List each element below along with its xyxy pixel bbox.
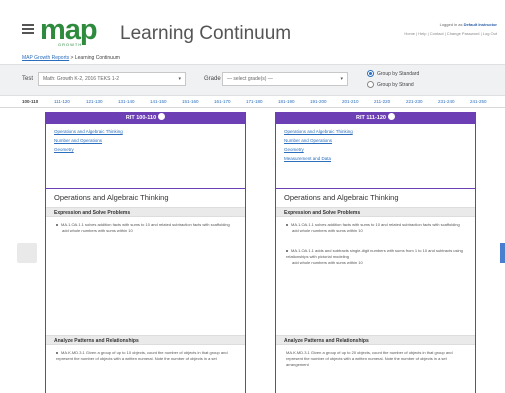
map-logo[interactable]: map [40, 15, 98, 45]
radio-selected-icon [367, 70, 374, 78]
skill-item: MA.1.OA.1.1 solves addition facts with s… [286, 222, 467, 234]
skill-list: MA.K.MD.3.1 Given a group of up to 10 ob… [46, 345, 245, 362]
rit-tab[interactable]: 221-230 [406, 99, 423, 104]
next-range-button[interactable] [500, 243, 505, 263]
radio-group-by-standard[interactable]: Group by Standard [367, 70, 419, 78]
column-header: RIT 111-120 [276, 113, 475, 124]
sub-strand-header: Analyze Patterns and Relationships [276, 335, 475, 345]
test-label: Test [22, 76, 34, 82]
strand-link[interactable]: Operations and Algebraic Thinking [54, 129, 237, 134]
rit-tab[interactable]: 161-170 [214, 99, 231, 104]
sub-strand-header: Expression and Solve Problems [276, 207, 475, 217]
rit-tab[interactable]: 171-180 [246, 99, 263, 104]
rit-tab[interactable]: 141-150 [150, 99, 167, 104]
skill-item: MA.1.OA.1.1 solves addition facts with s… [56, 222, 237, 234]
user-name[interactable]: Default Instructor [464, 22, 497, 27]
user-info: Logged in as Default Instructor [439, 22, 497, 27]
strand-link[interactable]: Measurement and Data [284, 156, 467, 161]
rit-column-2: RIT 111-120 Operations and Algebraic Thi… [275, 112, 476, 393]
app-header: map GROWTH Learning Continuum Logged in … [0, 0, 505, 52]
breadcrumb-separator: > [70, 55, 74, 61]
radio-group-by-strand[interactable]: Group by Strand [367, 81, 414, 89]
rit-tab[interactable]: 100-110 [22, 99, 38, 104]
rit-tab[interactable]: 191-200 [310, 99, 327, 104]
rit-tab[interactable]: 121-130 [86, 99, 103, 104]
strand-links: Operations and Algebraic Thinking Number… [46, 124, 245, 189]
radio-unselected-icon [367, 81, 374, 89]
info-icon[interactable] [158, 113, 166, 121]
breadcrumb-link-reports[interactable]: MAP Growth Reports [22, 55, 69, 61]
breadcrumb-current: Learning Continuum [74, 55, 120, 61]
column-header: RIT 100-110 [46, 113, 245, 124]
rit-tab[interactable]: 131-140 [118, 99, 135, 104]
skill-list: MA.1.OA.1.1 solves addition facts with s… [276, 217, 475, 335]
bullet-icon [56, 351, 58, 354]
bullet-icon [286, 223, 288, 226]
strand-link[interactable]: Number and Operations [54, 138, 237, 143]
chevron-down-icon: ▾ [340, 76, 343, 82]
filter-bar: Test Math: Growth K-2, 2016 TEKS 1-2 ▾ G… [0, 64, 505, 96]
info-icon[interactable] [387, 113, 395, 121]
strand-links: Operations and Algebraic Thinking Number… [276, 124, 475, 189]
strand-title: Operations and Algebraic Thinking [284, 193, 399, 202]
skill-list: MA.K.MD.3.1 Given a group of up to 20 ob… [276, 345, 475, 368]
strand-link[interactable]: Operations and Algebraic Thinking [284, 129, 467, 134]
sub-strand-header: Expression and Solve Problems [46, 207, 245, 217]
grade-select[interactable]: — select grade(s) — ▾ [222, 72, 348, 86]
bullet-icon [286, 249, 288, 252]
rit-tab[interactable]: 241-250 [470, 99, 487, 104]
page-title: Learning Continuum [120, 23, 292, 44]
skill-item: MA.1.OA.1.1 adds and subtracts single-di… [286, 248, 463, 265]
strand-title: Operations and Algebraic Thinking [54, 193, 169, 202]
rit-tab[interactable]: 211-220 [374, 99, 390, 104]
strand-link[interactable]: Number and Operations [284, 138, 467, 143]
hamburger-menu-icon[interactable] [22, 24, 34, 34]
rit-tab[interactable]: 151-160 [182, 99, 199, 104]
bullet-icon [56, 223, 58, 226]
test-select[interactable]: Math: Growth K-2, 2016 TEKS 1-2 ▾ [38, 72, 186, 86]
strand-link[interactable]: Geometry [284, 147, 467, 152]
rit-range-tabs: 100-110 111-120 121-130 131-140 141-150 … [0, 97, 505, 108]
grade-label: Grade [204, 76, 221, 82]
skill-list: MA.1.OA.1.1 solves addition facts with s… [46, 217, 245, 335]
map-logo-sub: GROWTH [58, 42, 83, 47]
skill-item: MA.K.MD.3.1 Given a group of up to 20 ob… [286, 350, 453, 367]
previous-range-button[interactable] [17, 243, 37, 263]
strand-link[interactable]: Geometry [54, 147, 237, 152]
rit-tab[interactable]: 201-210 [342, 99, 359, 104]
rit-column-1: RIT 100-110 Operations and Algebraic Thi… [45, 112, 246, 393]
rit-tab[interactable]: 231-240 [438, 99, 455, 104]
rit-tab[interactable]: 181-190 [278, 99, 295, 104]
rit-tab[interactable]: 111-120 [54, 99, 70, 104]
user-links[interactable]: Home | Help | Contact | Change Password … [404, 31, 497, 36]
chevron-down-icon: ▾ [178, 76, 181, 82]
skill-item: MA.K.MD.3.1 Given a group of up to 10 ob… [56, 350, 228, 361]
breadcrumb: MAP Growth Reports > Learning Continuum [22, 53, 120, 63]
sub-strand-header: Analyze Patterns and Relationships [46, 335, 245, 345]
